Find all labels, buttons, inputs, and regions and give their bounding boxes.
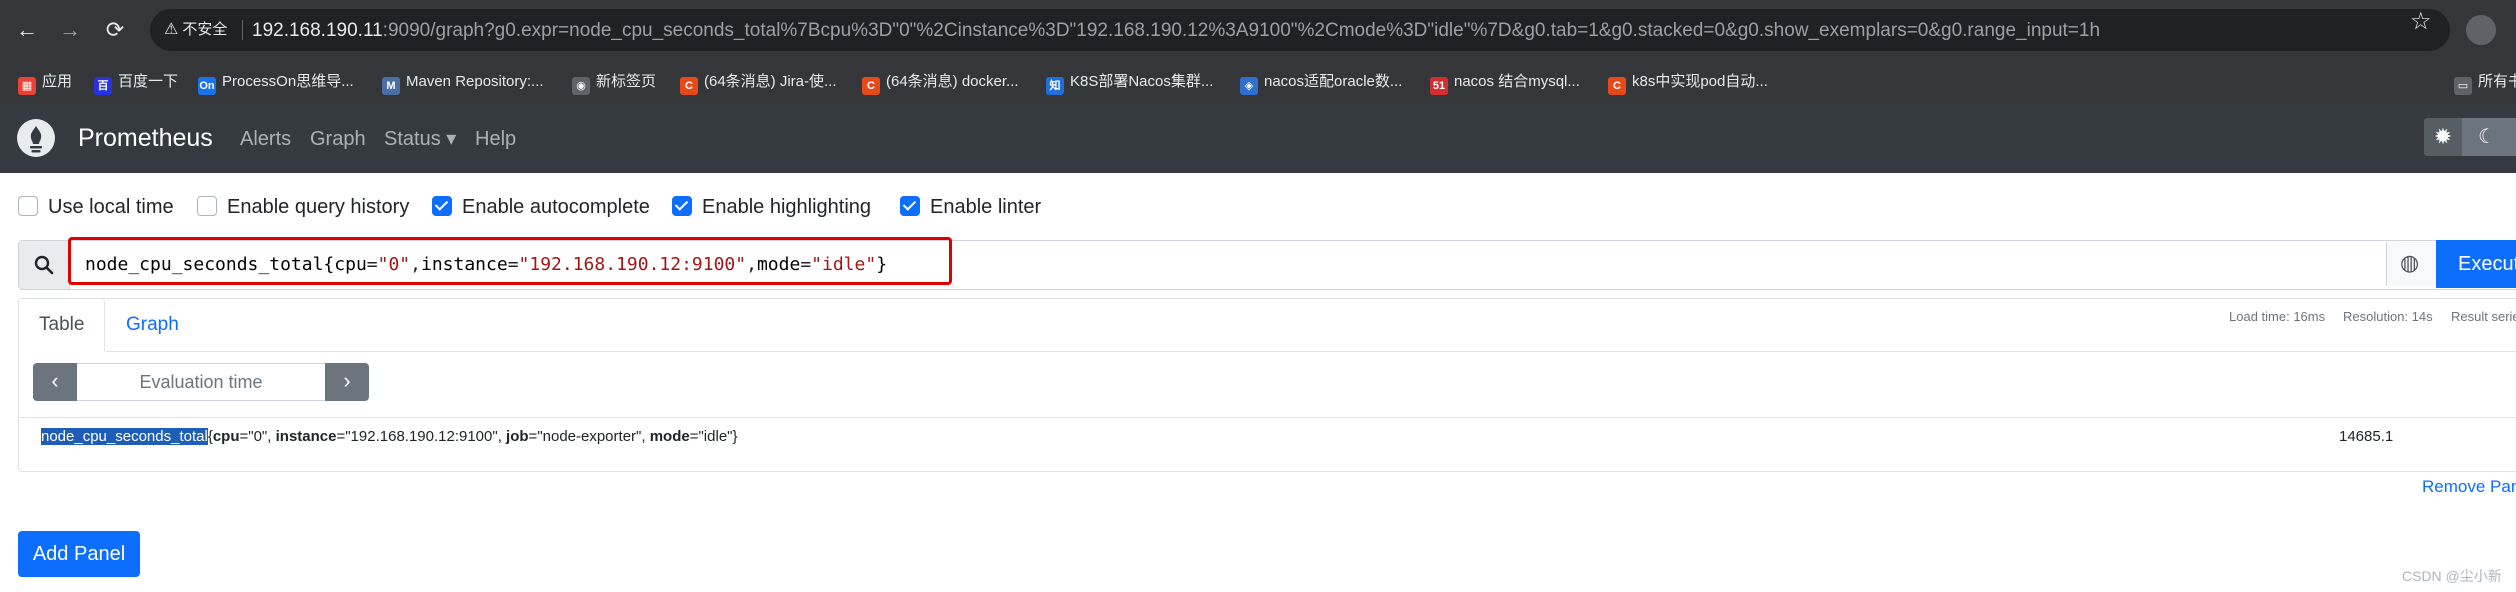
globe-icon: ◍ bbox=[2400, 250, 2420, 275]
resolution-stat: Resolution: 14s bbox=[2343, 309, 2433, 324]
bookmark-favicon-icon: ▭ bbox=[2454, 77, 2472, 95]
bookmark-favicon-icon: 知 bbox=[1046, 77, 1064, 95]
tab-graph[interactable]: Graph bbox=[106, 299, 199, 351]
bookmark-favicon-icon: On bbox=[198, 77, 216, 95]
bookmark-label: 新标签页 bbox=[596, 73, 657, 90]
bookmark-favicon-icon: 51 bbox=[1430, 77, 1448, 95]
query-panel: Table Graph Load time: 16ms Resolution: … bbox=[18, 298, 2516, 472]
option-highlighting[interactable]: Enable highlighting bbox=[672, 194, 871, 220]
bookmark-label: K8S部署Nacos集群... bbox=[1070, 73, 1214, 90]
forward-arrow-icon[interactable]: → bbox=[55, 15, 85, 45]
table-row: node_cpu_seconds_total{cpu="0", instance… bbox=[19, 417, 2516, 456]
highlight-annotation-box bbox=[68, 237, 952, 285]
execute-button[interactable]: Execute bbox=[2436, 240, 2516, 288]
bookmark-favicon-icon: C bbox=[680, 77, 698, 95]
address-bar[interactable]: ⚠ 不安全 192.168.190.11:9090/graph?g0.expr=n… bbox=[150, 9, 2450, 51]
bookmark-item[interactable]: C (64条消息) docker... bbox=[862, 71, 1019, 95]
bookmark-item[interactable]: 51 nacos 结合mysql... bbox=[1430, 71, 1580, 95]
remove-panel-link[interactable]: Remove Panel bbox=[2422, 477, 2516, 497]
bookmark-item[interactable]: M Maven Repository:... bbox=[382, 71, 544, 95]
bookmark-label: (64条消息) docker... bbox=[886, 73, 1019, 90]
query-history-checkbox[interactable] bbox=[197, 196, 217, 216]
bookmark-item[interactable]: ◉ 新标签页 bbox=[572, 71, 657, 95]
browser-toolbar: ← → ⟳ ⚠ 不安全 192.168.190.11:9090/graph?g0.… bbox=[0, 0, 2516, 61]
theme-toggle[interactable]: ✹ ☾ bbox=[2424, 118, 2516, 156]
profile-avatar[interactable] bbox=[2466, 15, 2496, 45]
bookmark-item[interactable]: On ProcessOn思维导... bbox=[198, 71, 354, 95]
watermark: CSDN @尘小新 bbox=[2402, 568, 2502, 584]
bookmark-label: (64条消息) Jira-使... bbox=[704, 73, 837, 90]
nav-help[interactable]: Help bbox=[475, 126, 516, 152]
nav-alerts[interactable]: Alerts bbox=[240, 126, 291, 152]
bookmark-item[interactable]: ▦ 应用 bbox=[18, 71, 73, 95]
security-indicator[interactable]: ⚠ 不安全 bbox=[164, 18, 227, 42]
eval-next-button[interactable]: › bbox=[325, 363, 369, 401]
brand-title[interactable]: Prometheus bbox=[78, 123, 213, 153]
bookmark-favicon-icon: C bbox=[862, 77, 880, 95]
metrics-explorer-button[interactable]: ◍ bbox=[2386, 242, 2435, 286]
bookmark-label: nacos适配oracle数... bbox=[1264, 73, 1403, 90]
nav-status-dropdown[interactable]: Status ▾ bbox=[384, 126, 456, 152]
bookmark-item[interactable]: 知 K8S部署Nacos集群... bbox=[1046, 71, 1214, 95]
option-use-local-time[interactable]: Use local time bbox=[18, 194, 174, 220]
bookmark-label: ProcessOn思维导... bbox=[222, 73, 354, 90]
back-arrow-icon[interactable]: ← bbox=[12, 15, 42, 45]
bookmark-label: 应用 bbox=[42, 73, 73, 90]
sun-icon[interactable]: ✹ bbox=[2424, 118, 2462, 156]
bookmark-item[interactable]: Ck8s中实现pod自动... bbox=[1608, 71, 1768, 95]
bookmark-favicon-icon: ▦ bbox=[18, 77, 36, 95]
reload-icon[interactable]: ⟳ bbox=[100, 15, 130, 45]
moon-icon[interactable]: ☾ bbox=[2468, 118, 2506, 156]
nav-graph[interactable]: Graph bbox=[310, 126, 366, 152]
add-panel-button[interactable]: Add Panel bbox=[18, 531, 140, 577]
bookmark-label: k8s中实现pod自动... bbox=[1632, 73, 1768, 90]
evaluation-time-input[interactable]: Evaluation time bbox=[77, 363, 325, 401]
linter-checkbox[interactable] bbox=[900, 196, 920, 216]
search-addon bbox=[19, 241, 70, 289]
option-linter[interactable]: Enable linter bbox=[900, 194, 1041, 220]
bookmark-item[interactable]: C (64条消息) Jira-使... bbox=[680, 71, 837, 95]
series-metric-name: node_cpu_seconds_total bbox=[41, 428, 208, 445]
bookmark-label: nacos 结合mysql... bbox=[1454, 73, 1580, 90]
app-navbar: Prometheus Alerts Graph Status ▾ Help ✹ … bbox=[0, 103, 2516, 173]
use-local-time-checkbox[interactable] bbox=[18, 196, 38, 216]
bookmark-label: Maven Repository:... bbox=[406, 73, 544, 90]
bookmark-item[interactable]: 百百度一下 bbox=[94, 71, 179, 95]
bookmark-favicon-icon: C bbox=[1608, 77, 1626, 95]
bookmarks-bar: ▦ 应用 百百度一下 On ProcessOn思维导... M Maven Reposito… bbox=[0, 61, 2516, 104]
series-labels[interactable]: node_cpu_seconds_total{cpu="0", instance… bbox=[41, 428, 738, 446]
bookmark-item[interactable]: ▭ 所有书 bbox=[2454, 71, 2516, 95]
search-icon bbox=[34, 255, 54, 275]
result-series-stat: Result series: 1 bbox=[2451, 309, 2516, 324]
prometheus-logo-icon[interactable] bbox=[17, 119, 55, 157]
load-time-stat: Load time: 16ms bbox=[2229, 309, 2326, 324]
bookmark-favicon-icon: ◈ bbox=[1240, 77, 1258, 95]
bookmark-favicon-icon: ◉ bbox=[572, 77, 590, 95]
autocomplete-checkbox[interactable] bbox=[432, 196, 452, 216]
bookmark-item[interactable]: ◈ nacos适配oracle数... bbox=[1240, 71, 1403, 95]
option-query-history[interactable]: Enable query history bbox=[197, 194, 409, 220]
bookmark-label: 百度一下 bbox=[118, 73, 179, 90]
bookmark-label: 所有书 bbox=[2478, 73, 2516, 90]
highlighting-checkbox[interactable] bbox=[672, 196, 692, 216]
tab-table[interactable]: Table bbox=[19, 299, 106, 352]
series-value: 14685.1 bbox=[2339, 428, 2394, 445]
warning-icon: ⚠ bbox=[164, 21, 179, 38]
url-text[interactable]: 192.168.190.11:9090/graph?g0.expr=node_c… bbox=[252, 19, 2100, 43]
bookmark-favicon-icon: M bbox=[382, 77, 400, 95]
option-autocomplete[interactable]: Enable autocomplete bbox=[432, 194, 650, 220]
bookmark-favicon-icon: 百 bbox=[94, 77, 112, 95]
eval-prev-button[interactable]: ‹ bbox=[33, 363, 77, 401]
bookmark-star-icon[interactable]: ☆ bbox=[2410, 10, 2432, 34]
